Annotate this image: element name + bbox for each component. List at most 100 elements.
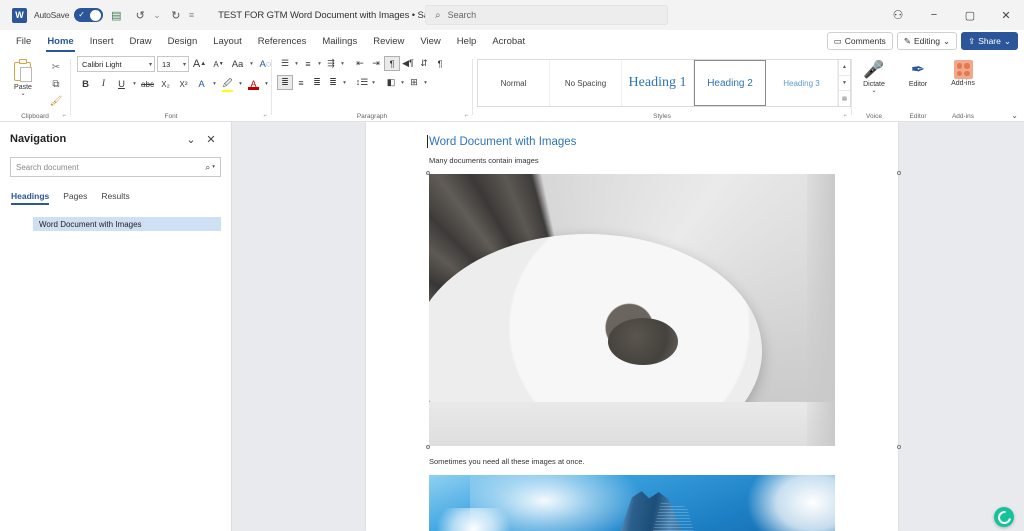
dictate-button[interactable]: 🎤 Dictate ⌄ bbox=[854, 56, 894, 94]
shading-icon[interactable]: ◧ bbox=[383, 75, 399, 90]
editor-button[interactable]: ✒ Editor bbox=[898, 56, 938, 88]
copy-icon[interactable]: ⧉ bbox=[52, 77, 59, 92]
tab-mailings[interactable]: Mailings bbox=[314, 30, 365, 53]
editing-button[interactable]: ✎ Editing ⌄ bbox=[896, 32, 958, 50]
style-heading-2[interactable]: Heading 2 bbox=[694, 60, 766, 106]
strikethrough-icon[interactable]: abc bbox=[139, 76, 156, 92]
shrink-font-icon[interactable]: A ▼ bbox=[210, 56, 227, 72]
autosave-toggle[interactable]: ✓ bbox=[74, 8, 104, 22]
italic-icon[interactable]: I bbox=[95, 76, 112, 92]
superscript-icon[interactable]: X² bbox=[175, 76, 192, 92]
styles-dialog-launcher[interactable]: ⌐ bbox=[843, 111, 847, 121]
selection-handle[interactable] bbox=[897, 445, 901, 449]
font-name-input[interactable]: Calibri Light ▾ bbox=[77, 56, 155, 72]
chevron-down-icon[interactable]: ▾ bbox=[399, 80, 406, 86]
chevron-down-icon[interactable]: ▾ bbox=[316, 61, 323, 67]
tab-file[interactable]: File bbox=[8, 30, 39, 53]
style-heading-1[interactable]: Heading 1 bbox=[622, 60, 694, 106]
tab-acrobat[interactable]: Acrobat bbox=[484, 30, 533, 53]
chevron-down-icon[interactable]: ▾ bbox=[341, 80, 348, 86]
align-left-icon[interactable]: ≣ bbox=[277, 75, 293, 90]
paragraph-dialog-launcher[interactable]: ⌐ bbox=[464, 111, 468, 121]
navigation-heading-item[interactable]: Word Document with Images bbox=[33, 217, 221, 231]
clipboard-dialog-launcher[interactable]: ⌐ bbox=[62, 111, 66, 121]
subscript-icon[interactable]: X₂ bbox=[157, 76, 174, 92]
collapse-ribbon-icon[interactable]: ⌄ bbox=[1011, 111, 1018, 120]
close-icon[interactable]: ✕ bbox=[201, 133, 221, 146]
document-page[interactable]: Word Document with Images Many documents… bbox=[366, 122, 901, 531]
line-spacing-icon[interactable]: ↕☰ bbox=[354, 75, 370, 90]
add-ins-button[interactable]: Add-ins bbox=[943, 56, 983, 87]
tab-review[interactable]: Review bbox=[365, 30, 412, 53]
tab-design[interactable]: Design bbox=[160, 30, 206, 53]
style-heading-3[interactable]: Heading 3 bbox=[766, 60, 838, 106]
styles-scroll-down-icon[interactable]: ▼ bbox=[839, 76, 850, 92]
font-size-input[interactable]: 13 ▾ bbox=[157, 56, 189, 72]
nav-tab-headings[interactable]: Headings bbox=[11, 191, 50, 205]
left-to-right-icon[interactable]: ¶ bbox=[384, 56, 400, 71]
tab-draw[interactable]: Draw bbox=[121, 30, 159, 53]
font-color-icon[interactable]: A bbox=[245, 76, 262, 92]
search-input[interactable]: ⌕ Search bbox=[425, 5, 668, 25]
chevron-down-icon[interactable]: ▾ bbox=[131, 81, 138, 87]
text-highlight-icon[interactable]: 🖉 bbox=[219, 76, 236, 92]
minimize-button[interactable]: − bbox=[916, 0, 952, 30]
justify-icon[interactable]: ≣ bbox=[325, 75, 341, 90]
chevron-down-icon[interactable]: ▾ bbox=[248, 61, 255, 67]
text-effects-icon[interactable]: A bbox=[193, 76, 210, 92]
format-painter-icon[interactable]: 🖌 bbox=[50, 94, 63, 109]
font-dialog-launcher[interactable]: ⌐ bbox=[263, 111, 267, 121]
tab-references[interactable]: References bbox=[250, 30, 315, 53]
bold-icon[interactable]: B bbox=[77, 76, 94, 92]
chevron-down-icon[interactable]: ▾ bbox=[293, 61, 300, 67]
chevron-down-icon[interactable]: ▾ bbox=[237, 81, 244, 87]
numbered-list-icon[interactable]: ≡ bbox=[300, 56, 316, 71]
paste-button[interactable]: Paste ⌄ bbox=[0, 56, 46, 97]
tab-help[interactable]: Help bbox=[449, 30, 485, 53]
tab-layout[interactable]: Layout bbox=[205, 30, 250, 53]
navigation-search-input[interactable]: Search document ⌕ ▾ bbox=[10, 157, 221, 177]
multilevel-list-icon[interactable]: ⇶ bbox=[323, 56, 339, 71]
underline-icon[interactable]: U bbox=[113, 76, 130, 92]
cut-icon[interactable]: ✂ bbox=[52, 60, 60, 75]
tab-insert[interactable]: Insert bbox=[82, 30, 122, 53]
align-center-icon[interactable]: ≡ bbox=[293, 75, 309, 90]
style-normal[interactable]: Normal bbox=[478, 60, 550, 106]
selection-handle[interactable] bbox=[897, 171, 901, 175]
undo-caret-icon[interactable]: ⌄ bbox=[153, 10, 161, 21]
chevron-down-icon[interactable]: ⌄ bbox=[181, 133, 201, 146]
grow-font-icon[interactable]: A ▲ bbox=[191, 56, 208, 72]
save-icon[interactable]: ▤ bbox=[105, 4, 127, 26]
document-image-skyscraper[interactable] bbox=[429, 475, 898, 531]
chevron-down-icon[interactable]: ▾ bbox=[370, 80, 377, 86]
undo-icon[interactable]: ↺ bbox=[129, 4, 151, 26]
grammarly-icon[interactable] bbox=[994, 507, 1014, 527]
increase-indent-icon[interactable]: ⇥ bbox=[368, 56, 384, 71]
account-icon[interactable]: ⚇ bbox=[880, 0, 916, 30]
share-button[interactable]: ⇪ Share ⌄ bbox=[961, 32, 1018, 50]
tab-home[interactable]: Home bbox=[39, 30, 81, 53]
show-formatting-marks-icon[interactable]: ¶ bbox=[432, 56, 448, 71]
customize-quick-access-icon[interactable]: ≡ bbox=[189, 10, 194, 20]
styles-scroll-up-icon[interactable]: ▲ bbox=[839, 60, 850, 76]
comments-button[interactable]: ▭ Comments bbox=[826, 32, 893, 50]
borders-icon[interactable]: ⊞ bbox=[406, 75, 422, 90]
chevron-down-icon[interactable]: ▾ bbox=[211, 81, 218, 87]
chevron-down-icon[interactable]: ▾ bbox=[339, 61, 346, 67]
restore-button[interactable]: ▢ bbox=[952, 0, 988, 30]
selection-handle[interactable] bbox=[426, 171, 430, 175]
redo-icon[interactable]: ↻ bbox=[165, 4, 187, 26]
sort-icon[interactable]: ⇵ bbox=[416, 56, 432, 71]
tab-view[interactable]: View bbox=[412, 30, 448, 53]
document-image-staircase[interactable] bbox=[426, 171, 901, 449]
document-canvas[interactable]: Word Document with Images Many documents… bbox=[232, 122, 1024, 531]
right-to-left-icon[interactable]: ◀¶ bbox=[400, 56, 416, 71]
bullet-list-icon[interactable]: ☰ bbox=[277, 56, 293, 71]
chevron-down-icon[interactable]: ▾ bbox=[212, 164, 215, 170]
nav-tab-pages[interactable]: Pages bbox=[63, 191, 87, 205]
styles-scrollbar[interactable]: ▲ ▼ ▤ bbox=[838, 60, 850, 106]
decrease-indent-icon[interactable]: ⇤ bbox=[352, 56, 368, 71]
change-case-icon[interactable]: Aa bbox=[229, 56, 246, 72]
styles-more-icon[interactable]: ▤ bbox=[839, 91, 850, 106]
selection-handle[interactable] bbox=[426, 445, 430, 449]
